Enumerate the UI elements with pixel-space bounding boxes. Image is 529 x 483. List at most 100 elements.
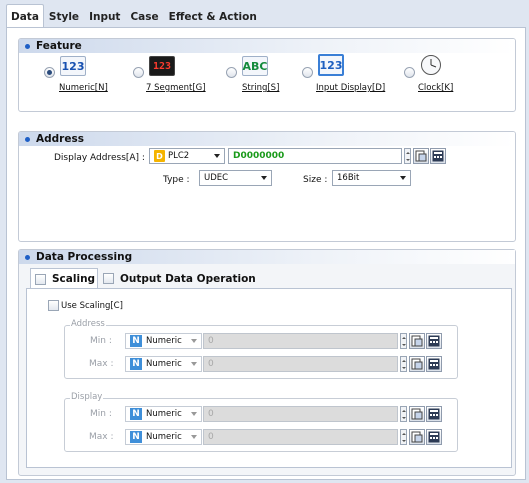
data-processing-title: Data Processing [36,251,133,263]
keypad-icon [428,335,440,347]
string-abc-icon: ABC [242,56,268,76]
numeric-n-icon: N [130,335,142,347]
address-book-button[interactable] [413,148,429,164]
address-book-icon [411,335,423,347]
address-title: Address [36,133,84,145]
display-min-spinner[interactable] [400,406,407,422]
display-address-label: Display Address[A] : [54,153,145,163]
address-max-mode-select[interactable]: N Numeric [125,356,202,372]
keypad-button[interactable] [430,148,446,164]
chevron-down-icon [191,362,197,366]
address-book-icon [411,431,423,443]
address-spinner[interactable] [404,148,411,164]
section-bullet-icon [25,136,30,142]
display-max-spinner[interactable] [400,429,407,445]
scaling-tab-checkbox[interactable] [35,273,46,285]
numeric-123-icon: 123 [60,56,86,76]
address-max-book-button[interactable] [409,356,425,372]
address-max-label: Max : [89,359,114,369]
address-min-keypad-button[interactable] [426,333,442,349]
size-label: Size : [303,175,328,185]
feature-title: Feature [36,40,82,52]
clock-icon [421,55,441,75]
address-book-icon [411,408,423,420]
feature-label-string: String[S] [242,83,280,93]
chevron-down-icon [214,154,220,158]
device-badge-icon: D [154,150,165,162]
tab-output-data-operation[interactable]: Output Data Operation [103,268,256,289]
section-bullet-icon [25,43,30,49]
device-value: PLC2 [168,151,190,161]
section-bullet-icon [25,254,30,260]
display-max-book-button[interactable] [409,429,425,445]
use-scaling-label: Use Scaling[C] [61,300,123,311]
feature-label-7-segment: 7 Segment[G] [146,83,206,93]
radio-input-display[interactable] [302,67,313,78]
address-max-input[interactable]: 0 [203,356,398,372]
scaling-display-group-label: Display [70,392,104,402]
seven-segment-icon: 123 [149,56,175,76]
numeric-n-icon: N [130,431,142,443]
type-select[interactable]: UDEC [199,170,272,186]
display-max-input[interactable]: 0 [203,429,398,445]
chevron-down-icon [261,176,267,180]
feature-label-input-display: Input Display[D] [316,83,386,93]
address-min-input[interactable]: 0 [203,333,398,349]
data-processing-header: Data Processing [19,250,515,264]
device-select[interactable]: D PLC2 [149,148,225,164]
chevron-down-icon [191,412,197,416]
radio-clock[interactable] [404,67,415,78]
address-input[interactable]: D0000000 [228,148,402,164]
address-book-icon [411,358,423,370]
feature-header: Feature [19,39,515,53]
keypad-icon [428,408,440,420]
address-min-mode-select[interactable]: N Numeric [125,333,202,349]
tab-scaling-label: Scaling [52,273,96,285]
address-min-label: Min : [90,336,112,346]
chevron-down-icon [400,176,406,180]
address-header: Address [19,132,515,146]
display-min-keypad-button[interactable] [426,406,442,422]
display-max-keypad-button[interactable] [426,429,442,445]
tab-input[interactable]: Input [84,4,125,28]
keypad-icon [428,358,440,370]
display-max-label: Max : [89,432,114,442]
display-min-mode-select[interactable]: N Numeric [125,406,202,422]
input-display-icon: 123 [318,54,344,76]
use-scaling-checkbox-row[interactable]: Use Scaling[C] [48,300,123,311]
radio-string[interactable] [226,67,237,78]
type-label: Type : [163,175,190,185]
keypad-icon [432,150,444,162]
tab-strip: Data Style Input Case Effect & Action [6,4,526,28]
tab-output-label: Output Data Operation [120,272,256,285]
feature-label-numeric: Numeric[N] [59,83,108,93]
tab-effect-action[interactable]: Effect & Action [164,4,262,28]
size-value: 16Bit [337,173,360,183]
feature-label-clock: Clock[K] [418,83,454,93]
display-min-input[interactable]: 0 [203,406,398,422]
address-min-book-button[interactable] [409,333,425,349]
tab-style[interactable]: Style [44,4,84,28]
address-max-spinner[interactable] [400,356,407,372]
tab-case[interactable]: Case [125,4,163,28]
size-select[interactable]: 16Bit [332,170,411,186]
tab-data[interactable]: Data [6,4,44,28]
numeric-n-icon: N [130,358,142,370]
address-book-icon [415,150,427,162]
type-value: UDEC [204,173,229,183]
chevron-down-icon [191,339,197,343]
display-max-mode-select[interactable]: N Numeric [125,429,202,445]
radio-7-segment[interactable] [133,67,144,78]
display-min-book-button[interactable] [409,406,425,422]
keypad-icon [428,431,440,443]
scaling-address-group-label: Address [70,319,106,329]
use-scaling-checkbox[interactable] [48,300,59,311]
display-min-label: Min : [90,409,112,419]
address-max-keypad-button[interactable] [426,356,442,372]
numeric-n-icon: N [130,408,142,420]
chevron-down-icon [191,435,197,439]
output-tab-checkbox[interactable] [103,273,114,284]
radio-numeric[interactable] [44,67,55,78]
tab-scaling[interactable]: Scaling [30,268,98,289]
address-min-spinner[interactable] [400,333,407,349]
